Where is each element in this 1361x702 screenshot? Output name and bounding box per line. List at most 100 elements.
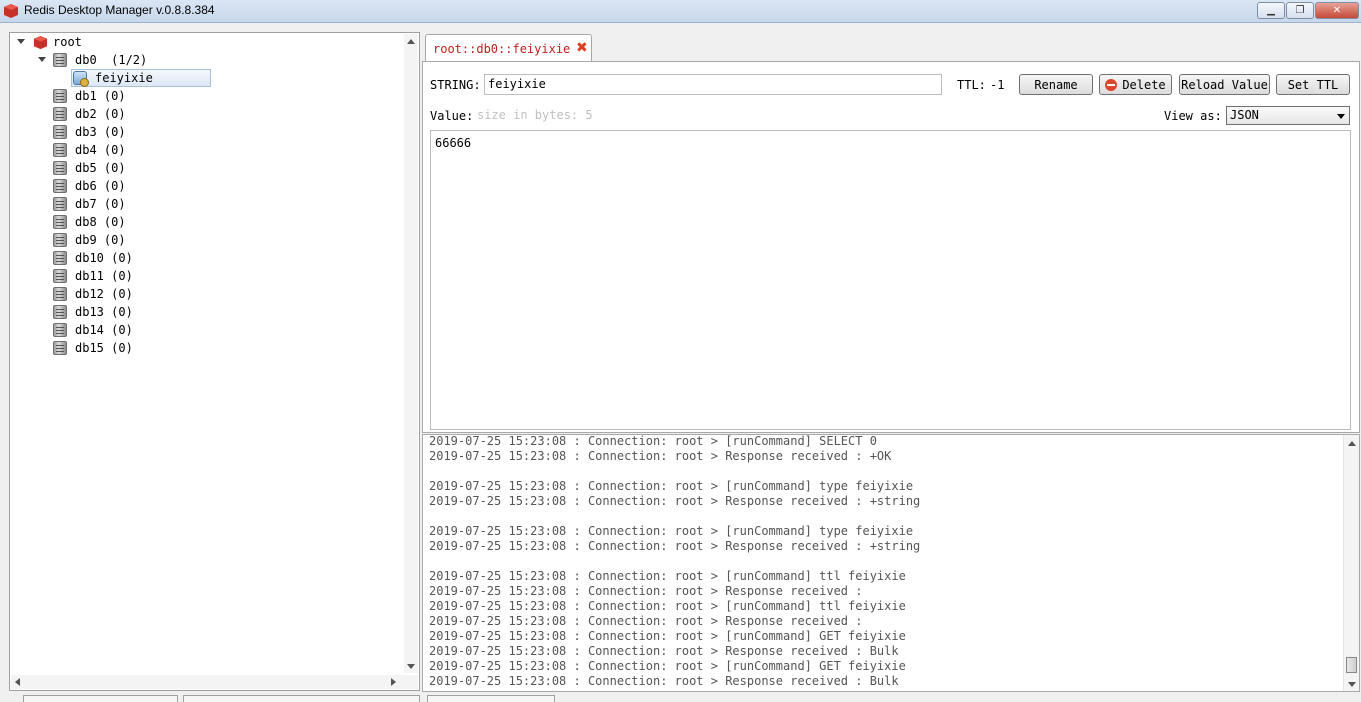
log-line: 2019-07-25 15:23:08 : Connection: root >… — [429, 674, 899, 688]
scroll-left-icon[interactable] — [15, 678, 20, 686]
tree-item-db[interactable]: db1 (0) — [75, 87, 126, 105]
bottom-tab-log[interactable] — [427, 695, 555, 702]
view-as-selected: JSON — [1230, 108, 1259, 122]
database-icon — [53, 179, 67, 193]
database-icon — [53, 53, 67, 67]
rename-button-label: Rename — [1034, 77, 1078, 92]
tab-label: root::db0::feiyixie — [433, 42, 571, 56]
tab-close-icon[interactable]: ✖ — [576, 41, 590, 55]
log-line: 2019-07-25 15:23:08 : Connection: root >… — [429, 614, 863, 628]
tree-item-db[interactable]: db12 (0) — [75, 285, 133, 303]
rename-button[interactable]: Rename — [1019, 74, 1093, 95]
log-line: 2019-07-25 15:23:08 : Connection: root >… — [429, 479, 914, 493]
database-icon — [53, 215, 67, 229]
tree-item-db[interactable]: db6 (0) — [75, 177, 126, 195]
redis-server-icon — [33, 35, 48, 50]
database-icon — [53, 305, 67, 319]
scroll-down-icon[interactable] — [1348, 682, 1356, 687]
log-line: 2019-07-25 15:23:08 : Connection: root >… — [429, 539, 921, 553]
tree-item-key[interactable]: feiyixie — [95, 69, 153, 87]
bottom-tab-connections[interactable] — [23, 695, 178, 702]
value-content: 66666 — [435, 136, 472, 150]
tab-key-view[interactable]: root::db0::feiyixie ✖ — [425, 34, 592, 62]
tree-item-db[interactable]: db3 (0) — [75, 123, 126, 141]
close-icon: ✕ — [1332, 5, 1342, 16]
key-name-field[interactable]: feiyixie — [484, 74, 942, 95]
log-line: 2019-07-25 15:23:08 : Connection: root >… — [429, 644, 899, 658]
ttl-label: TTL: — [957, 78, 986, 92]
scroll-thumb[interactable] — [1346, 657, 1357, 673]
database-icon — [53, 251, 67, 265]
redis-logo-icon — [4, 4, 18, 18]
delete-button-label: Delete — [1122, 77, 1166, 92]
delete-button[interactable]: Delete — [1099, 74, 1172, 95]
view-as-select[interactable]: JSON — [1226, 106, 1350, 125]
log-line: 2019-07-25 15:23:08 : Connection: root >… — [429, 524, 914, 538]
tree-item-db[interactable]: db8 (0) — [75, 213, 126, 231]
database-icon — [53, 287, 67, 301]
tab-bar: root::db0::feiyixie ✖ — [422, 32, 1360, 62]
delete-icon — [1105, 78, 1118, 91]
chevron-down-icon — [1337, 114, 1345, 119]
database-icon — [53, 269, 67, 283]
expand-arrow-icon[interactable] — [17, 39, 25, 44]
database-icon — [53, 341, 67, 355]
tree-item-db[interactable]: db10 (0) — [75, 249, 133, 267]
scroll-up-icon[interactable] — [1348, 441, 1356, 446]
tree-item-db[interactable]: db4 (0) — [75, 141, 126, 159]
close-button[interactable]: ✕ — [1315, 2, 1359, 19]
database-icon — [53, 323, 67, 337]
scroll-right-icon[interactable] — [391, 678, 396, 686]
database-icon — [53, 161, 67, 175]
key-editor: STRING: feiyixie TTL: -1 Rename Delete R… — [422, 61, 1360, 433]
tree-item-db0[interactable]: db0 (1/2) — [75, 51, 147, 69]
log-scrollbar[interactable] — [1343, 435, 1359, 691]
tree-item-db[interactable]: db15 (0) — [75, 339, 133, 357]
log-line: 2019-07-25 15:23:08 : Connection: root >… — [429, 569, 906, 583]
maximize-button[interactable]: ❐ — [1286, 2, 1314, 19]
expand-arrow-icon[interactable] — [38, 57, 46, 62]
size-hint: size in bytes: 5 — [477, 108, 593, 122]
log-line: 2019-07-25 15:23:08 : Connection: root >… — [429, 449, 892, 463]
tree-item-db[interactable]: db11 (0) — [75, 267, 133, 285]
tree-item-db[interactable]: db2 (0) — [75, 105, 126, 123]
scroll-down-icon[interactable] — [407, 664, 415, 669]
tree-item-db[interactable]: db9 (0) — [75, 231, 126, 249]
log-lines: 2019-07-25 15:23:08 : Connection: root >… — [429, 434, 1334, 689]
view-as-label: View as: — [1164, 109, 1222, 123]
tree-vertical-scrollbar[interactable] — [404, 34, 418, 673]
tree-item-db[interactable]: db14 (0) — [75, 321, 133, 339]
string-key-icon — [73, 71, 89, 87]
log-line: 2019-07-25 15:23:08 : Connection: root >… — [429, 584, 863, 598]
minimize-button[interactable]: ▁ — [1257, 2, 1285, 19]
value-editor[interactable]: 66666 — [430, 130, 1351, 430]
tree-horizontal-scrollbar[interactable] — [11, 675, 418, 689]
value-label: Value: — [430, 109, 474, 123]
tree-item-root[interactable]: root — [53, 33, 82, 51]
key-type-label: STRING: — [430, 78, 481, 92]
connection-tree[interactable]: root db0 (1/2) feiyixie db1 (0) db2 (0) db… — [9, 32, 420, 691]
log-line: 2019-07-25 15:23:08 : Connection: root >… — [429, 494, 921, 508]
tree-item-db[interactable]: db5 (0) — [75, 159, 126, 177]
reload-value-button[interactable]: Reload Value — [1179, 74, 1270, 95]
log-console[interactable]: 2019-07-25 15:23:08 : Connection: root >… — [422, 434, 1360, 692]
database-icon — [53, 107, 67, 121]
database-icon — [53, 197, 67, 211]
minimize-icon: ▁ — [1267, 5, 1275, 16]
tree-item-db[interactable]: db7 (0) — [75, 195, 126, 213]
scroll-up-icon[interactable] — [407, 39, 415, 44]
tree-item-db[interactable]: db13 (0) — [75, 303, 133, 321]
bottom-tab-console[interactable] — [183, 695, 420, 702]
database-icon — [53, 125, 67, 139]
maximize-icon: ❐ — [1295, 5, 1305, 16]
log-line: 2019-07-25 15:23:08 : Connection: root >… — [429, 434, 877, 448]
log-line: 2019-07-25 15:23:08 : Connection: root >… — [429, 659, 906, 673]
set-ttl-button[interactable]: Set TTL — [1276, 74, 1350, 95]
log-line: 2019-07-25 15:23:08 : Connection: root >… — [429, 599, 906, 613]
database-icon — [53, 89, 67, 103]
title-bar: Redis Desktop Manager v.0.8.8.384 ▁ ❐ ✕ — [0, 0, 1361, 23]
window-title: Redis Desktop Manager v.0.8.8.384 — [24, 3, 215, 17]
